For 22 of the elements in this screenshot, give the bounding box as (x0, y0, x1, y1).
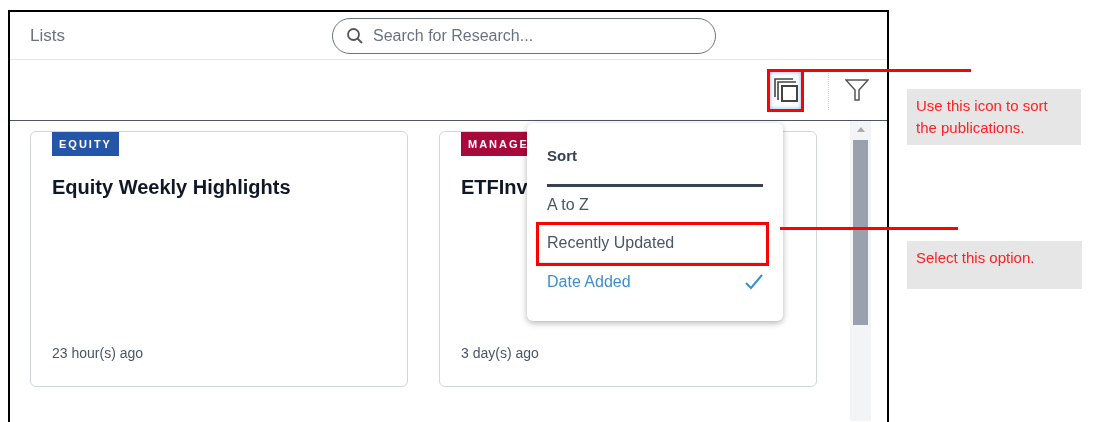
publication-card[interactable]: EQUITY Equity Weekly Highlights 23 hour(s) ago (30, 131, 408, 387)
category-tag: EQUITY (52, 132, 119, 156)
sort-button[interactable] (767, 68, 804, 112)
search-icon (346, 26, 364, 45)
scrollbar[interactable] (850, 121, 871, 421)
filter-icon[interactable] (845, 78, 869, 102)
callout-note: Select this option. (907, 241, 1082, 289)
checkmark-icon (745, 273, 763, 290)
sort-option[interactable]: Date Added (547, 262, 763, 301)
callout-note: Use this icon to sort the publications. (907, 89, 1081, 145)
scrollbar-thumb[interactable] (853, 140, 868, 325)
sort-option[interactable]: Recently Updated (539, 224, 766, 263)
scroll-up-arrow-icon[interactable] (856, 127, 865, 132)
timestamp: 23 hour(s) ago (52, 344, 144, 363)
timestamp: 3 day(s) ago (461, 344, 539, 363)
search-field[interactable]: Search for Research... (332, 17, 716, 54)
stacked-squares-icon (772, 77, 799, 103)
card-title: ETFInv (461, 175, 528, 200)
menu-title: Sort (547, 145, 763, 187)
page-title: Lists (30, 24, 66, 47)
card-title: Equity Weekly Highlights (52, 175, 291, 200)
sort-option[interactable]: A to Z (547, 186, 763, 225)
